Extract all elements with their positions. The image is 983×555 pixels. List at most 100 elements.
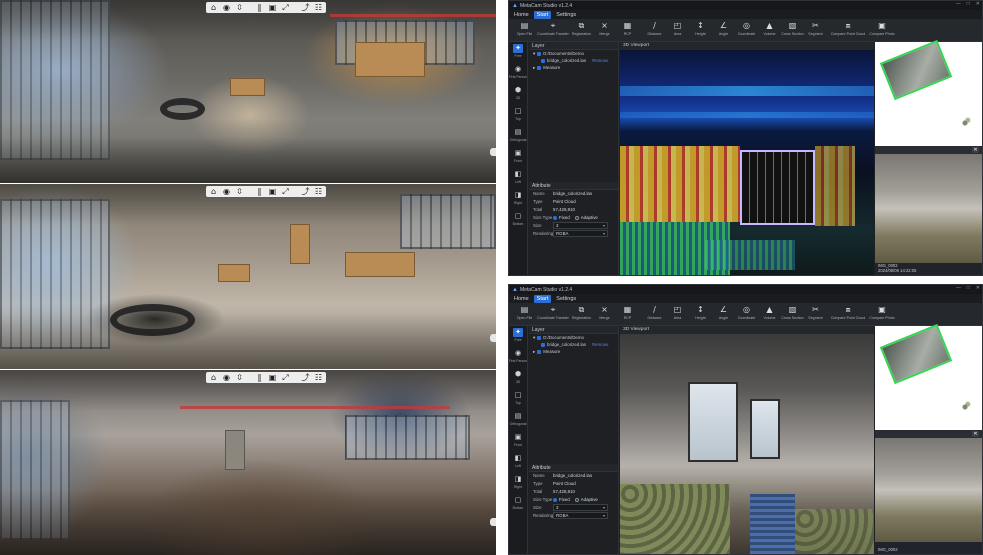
share-icon[interactable]: ⤴ <box>300 3 311 12</box>
home-icon[interactable]: ⌂ <box>208 373 219 382</box>
view-front[interactable]: ▣ Front <box>509 431 527 452</box>
home-icon[interactable]: ⌂ <box>208 187 219 196</box>
area-button[interactable]: ◰ Area <box>666 19 689 36</box>
home-icon[interactable]: ⌂ <box>208 3 219 12</box>
view-3d[interactable]: ⬢ 3D <box>509 84 527 105</box>
size-type-fixed-radio[interactable]: Fixed <box>553 496 570 504</box>
pin-icon[interactable]: ◉ <box>221 3 232 12</box>
viewport-tab[interactable]: 3D Viewport <box>620 326 874 334</box>
menu-home[interactable]: Home <box>511 295 532 303</box>
height-button[interactable]: ↕ Height <box>689 303 712 320</box>
pause-icon[interactable]: ‖ <box>254 373 265 382</box>
view-first-person[interactable]: ◉ First Person <box>509 347 527 368</box>
view-top[interactable]: □ Top <box>509 105 527 126</box>
checkbox[interactable] <box>537 65 542 70</box>
close-icon[interactable]: ✕ <box>972 147 979 153</box>
view-right[interactable]: ◨ Right <box>509 473 527 494</box>
close-icon[interactable]: ✕ <box>976 285 980 291</box>
registration-button[interactable]: ⧉ Registration <box>570 303 593 320</box>
minimize-icon[interactable]: — <box>956 1 961 7</box>
point-cloud-view-3[interactable]: ⌂ ◉ ⇳ ‖ ▣ ⤢ ⤴ ☷ <box>0 370 496 555</box>
open-file-button[interactable]: ▤ Open File <box>513 303 536 320</box>
view-orthogonal[interactable]: ▤ Orthogonal <box>509 410 527 431</box>
open-file-button[interactable]: ▤ Open File <box>513 19 536 36</box>
compare-point-cloud-button[interactable]: ⧈ Compare Point Cloud <box>831 19 865 36</box>
coordinate-button[interactable]: ◎ Coordinate <box>735 19 758 36</box>
layers-icon[interactable]: ▣ <box>267 187 278 196</box>
menu-start[interactable]: Start <box>533 294 552 303</box>
segment-button[interactable]: ✂ Segment <box>804 303 827 320</box>
distance-button[interactable]: ∕ Distance <box>643 303 666 320</box>
rendering-select[interactable]: RGBA <box>553 512 608 519</box>
gallery-icon[interactable]: ☷ <box>313 187 324 196</box>
checkbox[interactable] <box>537 51 542 56</box>
minimap[interactable] <box>875 323 982 429</box>
expand-icon[interactable]: ⤢ <box>280 187 291 196</box>
pin-icon[interactable]: ◉ <box>221 373 232 382</box>
view-orthogonal[interactable]: ▤ Orthogonal <box>509 126 527 147</box>
registration-button[interactable]: ⧉ Registration <box>570 19 593 36</box>
side-handle[interactable] <box>490 334 496 342</box>
coordinate-transfer-button[interactable]: ⌖ Coordinate Transfer <box>536 303 570 320</box>
maximize-icon[interactable]: □ <box>967 1 970 7</box>
tree-file[interactable]: bridge_colorized.las Remove <box>529 57 618 64</box>
3d-viewport[interactable]: 3D Viewport <box>620 326 874 554</box>
photo-preview[interactable]: ✕ IMG_0002 <box>875 430 982 554</box>
layers-icon[interactable]: ▣ <box>267 373 278 382</box>
angle-button[interactable]: ∠ Angle <box>712 19 735 36</box>
close-icon[interactable]: ✕ <box>972 431 979 437</box>
menu-settings[interactable]: Settings <box>553 11 579 19</box>
side-handle[interactable] <box>490 518 496 526</box>
view-3d[interactable]: ⬢ 3D <box>509 368 527 389</box>
tree-measure[interactable]: ▸ Measure <box>529 64 618 71</box>
arrows-icon[interactable]: ⇳ <box>234 3 245 12</box>
chevron-down-icon[interactable]: ▾ <box>533 50 535 57</box>
menu-settings[interactable]: Settings <box>553 295 579 303</box>
arrows-icon[interactable]: ⇳ <box>234 373 245 382</box>
gallery-icon[interactable]: ☷ <box>313 3 324 12</box>
pause-icon[interactable]: ‖ <box>254 187 265 196</box>
tree-folder[interactable]: ▾ D:/Documents/Demo <box>529 334 618 341</box>
size-select[interactable]: 3 <box>553 222 608 229</box>
segment-button[interactable]: ✂ Segment <box>804 19 827 36</box>
rendering-select[interactable]: RGBA <box>553 230 608 237</box>
menu-start[interactable]: Start <box>533 10 552 19</box>
minimize-icon[interactable]: — <box>956 285 961 291</box>
point-cloud-view-1[interactable]: ⌂ ◉ ⇳ ‖ ▣ ⤢ ⤴ ☷ <box>0 0 496 183</box>
close-icon[interactable]: ✕ <box>976 1 980 7</box>
view-front[interactable]: ▣ Front <box>509 147 527 168</box>
side-handle[interactable] <box>490 148 496 156</box>
tree-folder[interactable]: ▾ D:/Documents/Demo <box>529 50 618 57</box>
pin-icon[interactable]: ◉ <box>221 187 232 196</box>
view-right[interactable]: ◨ Right <box>509 189 527 210</box>
rcp-button[interactable]: ▦ RCP <box>616 303 639 320</box>
layers-icon[interactable]: ▣ <box>267 3 278 12</box>
view-left[interactable]: ◧ Left <box>509 168 527 189</box>
share-icon[interactable]: ⤴ <box>300 187 311 196</box>
chevron-right-icon[interactable]: ▸ <box>533 348 535 355</box>
merge-button[interactable]: ⨯ Merge <box>593 303 616 320</box>
checkbox[interactable] <box>537 335 542 340</box>
chevron-right-icon[interactable]: ▸ <box>533 64 535 71</box>
remove-link[interactable]: Remove <box>592 57 608 64</box>
cross-section-button[interactable]: ▧ Cross Section <box>781 19 804 36</box>
size-type-fixed-radio[interactable]: Fixed <box>553 214 570 222</box>
view-left[interactable]: ◧ Left <box>509 452 527 473</box>
size-select[interactable]: 3 <box>553 504 608 511</box>
compare-photo-button[interactable]: ▣ Compare Photo <box>865 19 899 36</box>
height-button[interactable]: ↕ Height <box>689 19 712 36</box>
minimap[interactable] <box>875 39 982 145</box>
cross-section-button[interactable]: ▧ Cross Section <box>781 303 804 320</box>
viewport-tab[interactable]: 3D Viewport <box>620 42 874 50</box>
menu-home[interactable]: Home <box>511 11 532 19</box>
view-first-person[interactable]: ◉ First Person <box>509 63 527 84</box>
checkbox[interactable] <box>541 342 545 347</box>
photo-render[interactable] <box>620 334 874 554</box>
point-cloud-view-2[interactable]: ⌂ ◉ ⇳ ‖ ▣ ⤢ ⤴ ☷ <box>0 184 496 369</box>
expand-icon[interactable]: ⤢ <box>280 373 291 382</box>
arrows-icon[interactable]: ⇳ <box>234 187 245 196</box>
coordinate-transfer-button[interactable]: ⌖ Coordinate Transfer <box>536 19 570 36</box>
checkbox[interactable] <box>537 349 542 354</box>
compare-photo-button[interactable]: ▣ Compare Photo <box>865 303 899 320</box>
view-top[interactable]: □ Top <box>509 389 527 410</box>
